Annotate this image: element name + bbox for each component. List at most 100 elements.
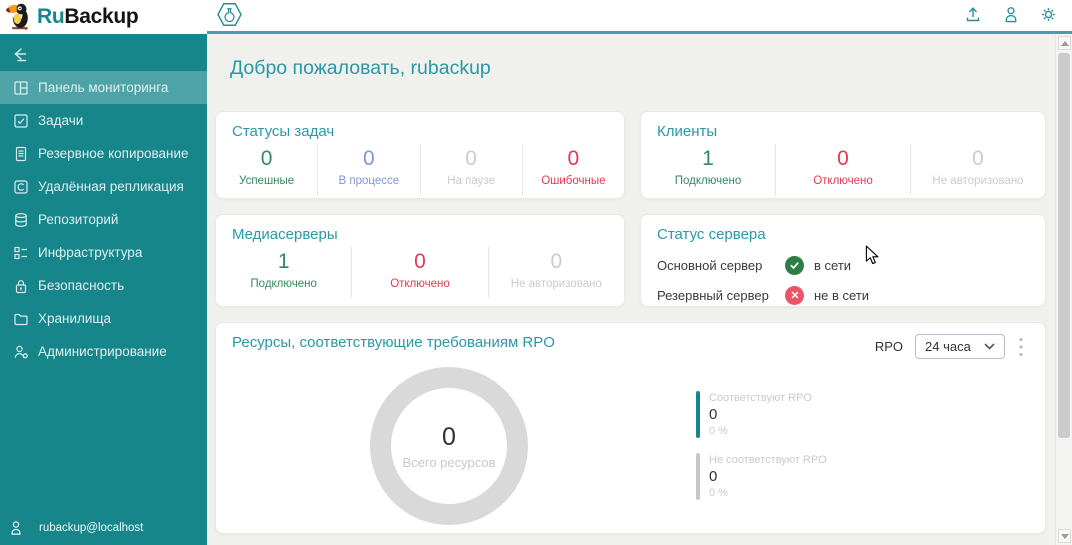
sidebar-item-label: Администрирование <box>38 344 167 359</box>
tasks-status-card: Статусы задач 0 Успешные 0 В процессе 0 … <box>215 111 625 199</box>
collapse-sidebar-icon <box>13 47 33 63</box>
rpo-selected-value: 24 часа <box>925 339 971 354</box>
card-title: Клиенты <box>641 112 1045 140</box>
media-servers-card: Медиасерверы 1 Подключено 0 Отключено 0 … <box>215 214 625 307</box>
stat-disconnected: 0 Отключено <box>351 247 487 298</box>
vertical-scrollbar[interactable] <box>1055 34 1072 545</box>
stat-failed: 0 Ошибочные <box>522 144 624 195</box>
primary-server-row: Основной сервер в сети <box>657 250 1029 280</box>
sidebar-item-label: Репозиторий <box>38 212 118 227</box>
upload-icon <box>964 5 982 23</box>
upload-button[interactable] <box>964 5 982 23</box>
stat-successful: 0 Успешные <box>216 144 317 195</box>
lock-icon <box>13 278 29 294</box>
stat-value: 1 <box>216 250 351 274</box>
triangle-up-icon <box>1061 41 1069 46</box>
stat-connected: 1 Подключено <box>216 247 351 298</box>
profile-button[interactable] <box>1003 6 1019 23</box>
scroll-down-button[interactable] <box>1058 529 1071 543</box>
infrastructure-list-icon <box>13 245 29 261</box>
tasks-checklist-icon <box>13 113 29 129</box>
profile-user-icon <box>1003 6 1019 23</box>
logo: RuBackup <box>0 0 207 34</box>
sidebar-item-label: Инфраструктура <box>38 245 142 260</box>
lab-flask-hexagon-icon <box>217 2 242 27</box>
card-title: Медиасерверы <box>216 215 624 243</box>
user-icon <box>9 520 23 536</box>
stat-value: 0 <box>776 147 910 171</box>
scroll-up-button[interactable] <box>1058 36 1071 50</box>
stat-value: 1 <box>641 147 775 171</box>
rpo-period-select[interactable]: 24 часа <box>915 334 1005 359</box>
topbar-actions <box>964 5 1057 23</box>
legend-percent: 0 % <box>709 487 827 499</box>
sidebar-item-replication[interactable]: Удалённая репликация <box>0 170 207 203</box>
legend-item-compliant: Соответствуют RPO 0 0 % <box>696 391 827 438</box>
server-label: Резервный сервер <box>657 288 785 303</box>
stat-value: 0 <box>318 147 419 171</box>
sidebar-item-label: Хранилища <box>38 311 111 326</box>
donut-total-label: Всего ресурсов <box>402 455 495 470</box>
card-title: Статусы задач <box>216 112 624 140</box>
welcome-heading: Добро пожаловать, rubackup <box>230 57 491 80</box>
sidebar-item-administration[interactable]: Администрирование <box>0 335 207 368</box>
backup-document-icon <box>13 146 29 162</box>
server-status-text: не в сети <box>814 288 869 303</box>
backup-server-row: Резервный сервер не в сети <box>657 280 1029 310</box>
sidebar-item-repository[interactable]: Репозиторий <box>0 203 207 236</box>
stat-label: Подключено <box>216 278 351 290</box>
stat-label: В процессе <box>318 175 419 187</box>
brand-ru: Ru <box>37 5 64 28</box>
admin-user-gear-icon <box>13 344 29 360</box>
settings-button[interactable] <box>1040 6 1057 23</box>
legend-percent: 0 % <box>709 425 812 437</box>
scrollbar-thumb[interactable] <box>1058 53 1070 438</box>
stat-label: Не авторизовано <box>489 278 624 290</box>
sidebar-item-infrastructure[interactable]: Инфраструктура <box>0 236 207 269</box>
brand: RuBackup <box>37 5 138 29</box>
card-menu-button[interactable] <box>1017 335 1025 359</box>
stat-value: 0 <box>489 250 624 274</box>
gear-icon <box>1040 6 1057 23</box>
rpo-legend: Соответствуют RPO 0 0 % Не соответствуют… <box>696 391 827 515</box>
stat-label: Ошибочные <box>523 175 624 187</box>
replication-icon <box>13 179 29 195</box>
legend-value: 0 <box>709 406 812 423</box>
stat-paused: 0 На паузе <box>420 144 522 195</box>
repository-database-icon <box>13 212 29 228</box>
footer-username: rubackup@localhost <box>39 522 143 534</box>
stat-value: 0 <box>911 147 1045 171</box>
offline-cross-icon <box>785 286 804 305</box>
rpo-resources-card: Ресурсы, соответствующие требованиям RPO… <box>215 322 1046 534</box>
sidebar-item-tasks[interactable]: Задачи <box>0 104 207 137</box>
rpo-controls: RPO 24 часа <box>875 334 1025 359</box>
collapse-sidebar-button[interactable] <box>13 47 33 63</box>
stat-label: Отключено <box>352 278 487 290</box>
stat-label: Не авторизовано <box>911 175 1045 187</box>
stat-label: Успешные <box>216 175 317 187</box>
triangle-down-icon <box>1061 534 1069 539</box>
sidebar-item-backup[interactable]: Резервное копирование <box>0 137 207 170</box>
online-check-icon <box>785 256 804 275</box>
donut-total-value: 0 <box>442 423 456 452</box>
server-status-card: Статус сервера Основной сервер в сети Ре… <box>640 214 1046 307</box>
stat-unauthorized: 0 Не авторизовано <box>488 247 624 298</box>
stat-value: 0 <box>216 147 317 171</box>
legend-item-noncompliant: Не соответствуют RPO 0 0 % <box>696 453 827 500</box>
sidebar-item-label: Задачи <box>38 113 83 128</box>
chevron-down-icon <box>984 343 995 350</box>
stat-in-progress: 0 В процессе <box>317 144 419 195</box>
sidebar-item-storage[interactable]: Хранилища <box>0 302 207 335</box>
stat-label: На паузе <box>421 175 522 187</box>
topbar <box>207 0 1072 34</box>
server-status-text: в сети <box>814 258 851 273</box>
stat-disconnected: 0 Отключено <box>775 144 910 195</box>
sidebar-item-security[interactable]: Безопасность <box>0 269 207 302</box>
sidebar-item-monitoring[interactable]: Панель мониторинга <box>0 71 207 104</box>
lab-flask-hexagon-button[interactable] <box>217 2 242 27</box>
rpo-label: RPO <box>875 339 903 354</box>
stat-unauthorized: 0 Не авторизовано <box>910 144 1045 195</box>
stat-value: 0 <box>523 147 624 171</box>
kebab-menu-icon <box>1019 337 1023 357</box>
sidebar-menu: Панель мониторинга Задачи Резервное копи… <box>0 71 207 368</box>
